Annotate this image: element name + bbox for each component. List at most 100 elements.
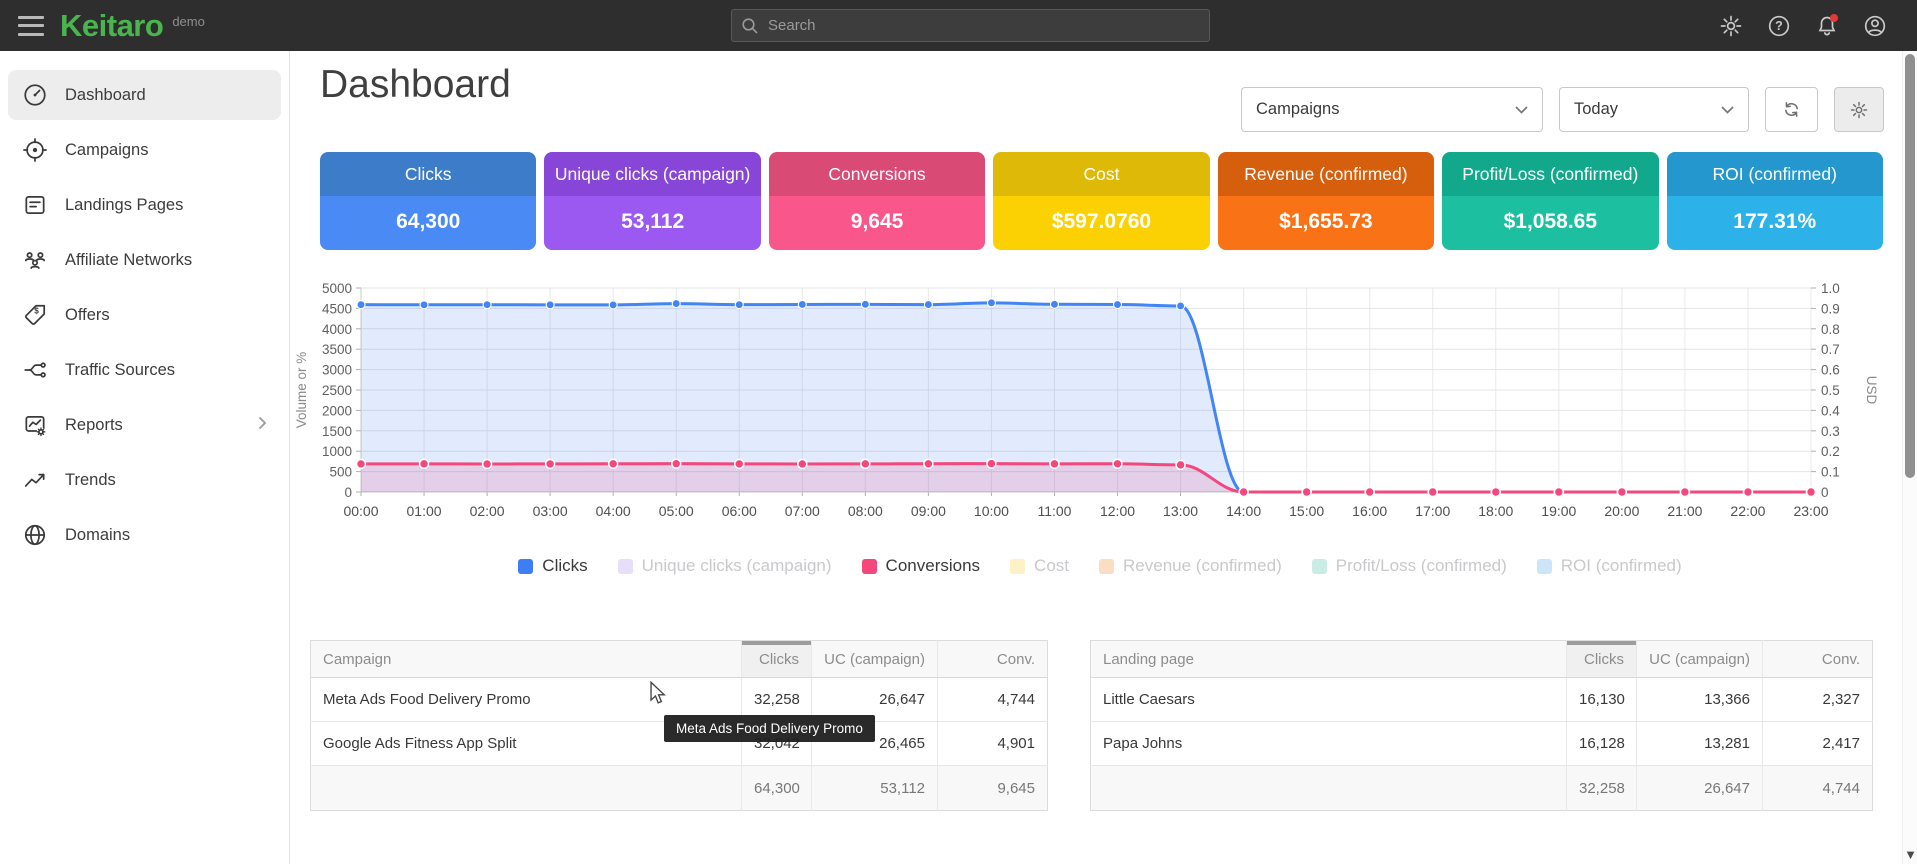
- account-icon[interactable]: [1863, 14, 1887, 38]
- column-header-campaign[interactable]: Campaign: [311, 641, 742, 678]
- sidebar-item-label: Trends: [65, 471, 116, 490]
- row-name-cell: Papa Johns: [1091, 722, 1567, 766]
- svg-text:00:00: 00:00: [343, 503, 378, 519]
- row-value-cell: 2,327: [1763, 678, 1873, 722]
- legend-item-cost[interactable]: Cost: [1010, 556, 1069, 576]
- totals-cell: 53,112: [812, 766, 938, 811]
- legend-item-conversions[interactable]: Conversions: [862, 556, 981, 576]
- column-header-uc-campaign[interactable]: UC (campaign): [1637, 641, 1763, 678]
- column-header-clicks[interactable]: Clicks: [1567, 641, 1637, 678]
- column-header-landing-page[interactable]: Landing page: [1091, 641, 1567, 678]
- svg-text:13:00: 13:00: [1163, 503, 1198, 519]
- chevron-down-icon: [1709, 100, 1734, 119]
- scroll-down-arrow[interactable]: ▼: [1903, 847, 1917, 862]
- svg-text:03:00: 03:00: [533, 503, 568, 519]
- svg-text:12:00: 12:00: [1100, 503, 1135, 519]
- svg-text:3500: 3500: [322, 342, 352, 357]
- svg-text:4500: 4500: [322, 301, 352, 316]
- legend-item-roi-confirmed[interactable]: ROI (confirmed): [1537, 556, 1682, 576]
- stat-card-label: Cost: [993, 152, 1209, 196]
- sidebar-item-dashboard[interactable]: Dashboard: [8, 70, 281, 120]
- campaigns-filter-select[interactable]: Campaigns: [1241, 87, 1543, 132]
- sidebar-item-campaigns[interactable]: Campaigns: [8, 125, 281, 175]
- date-range-select[interactable]: Today: [1559, 87, 1749, 132]
- sidebar-item-reports[interactable]: Reports: [8, 400, 281, 450]
- row-value-cell: 4,901: [938, 722, 1048, 766]
- search-input[interactable]: [731, 9, 1210, 42]
- sidebar-item-domains[interactable]: Domains: [8, 510, 281, 560]
- landing-page-icon: [22, 192, 48, 218]
- column-header-conv[interactable]: Conv.: [1763, 641, 1873, 678]
- svg-text:1500: 1500: [322, 424, 352, 439]
- svg-text:0.4: 0.4: [1821, 403, 1840, 418]
- sidebar-item-affiliate-networks[interactable]: Affiliate Networks: [8, 235, 281, 285]
- stat-card-label: ROI (confirmed): [1667, 152, 1883, 196]
- notifications-icon[interactable]: [1815, 14, 1839, 38]
- legend-swatch: [1099, 559, 1114, 574]
- refresh-button[interactable]: [1765, 87, 1818, 132]
- sidebar-item-landings-pages[interactable]: Landings Pages: [8, 180, 281, 230]
- legend-item-clicks[interactable]: Clicks: [518, 556, 587, 576]
- svg-text:2000: 2000: [322, 403, 352, 418]
- trend-up-icon: [22, 467, 48, 493]
- totals-cell: 64,300: [742, 766, 812, 811]
- column-header-uc-campaign[interactable]: UC (campaign): [812, 641, 938, 678]
- svg-text:0.8: 0.8: [1821, 322, 1840, 337]
- global-search: [731, 9, 1210, 42]
- legend-swatch: [1537, 559, 1552, 574]
- svg-text:1000: 1000: [322, 444, 352, 459]
- svg-text:18:00: 18:00: [1478, 503, 1513, 519]
- svg-text:14:00: 14:00: [1226, 503, 1261, 519]
- help-icon[interactable]: ?: [1767, 14, 1791, 38]
- sidebar-item-offers[interactable]: $ Offers: [8, 290, 281, 340]
- legend-item-unique-clicks-campaign[interactable]: Unique clicks (campaign): [618, 556, 832, 576]
- legend-item-profit-loss-confirmed[interactable]: Profit/Loss (confirmed): [1312, 556, 1507, 576]
- scrollbar[interactable]: ▼: [1902, 51, 1917, 864]
- legend-label: Revenue (confirmed): [1123, 556, 1282, 576]
- row-value-cell: 16,128: [1567, 722, 1637, 766]
- table-row[interactable]: Little Caesars16,13013,3662,327: [1091, 678, 1873, 722]
- sidebar-item-label: Traffic Sources: [65, 361, 175, 380]
- sidebar-item-label: Reports: [65, 416, 123, 435]
- chart-settings-button[interactable]: [1834, 87, 1884, 132]
- svg-text:23:00: 23:00: [1793, 503, 1828, 519]
- svg-text:?: ?: [1775, 19, 1783, 33]
- row-name-cell: Little Caesars: [1091, 678, 1567, 722]
- legend-item-revenue-confirmed[interactable]: Revenue (confirmed): [1099, 556, 1282, 576]
- sidebar-item-trends[interactable]: Trends: [8, 455, 281, 505]
- totals-cell: 4,744: [1763, 766, 1873, 811]
- svg-text:0: 0: [1821, 485, 1829, 500]
- reports-icon: [22, 412, 48, 438]
- svg-text:05:00: 05:00: [659, 503, 694, 519]
- legend-label: Conversions: [886, 556, 981, 576]
- chart-legend: Clicks Unique clicks (campaign) Conversion…: [290, 556, 1910, 576]
- menu-toggle-icon[interactable]: [18, 16, 44, 36]
- dashboard-controls: Campaigns Today: [1241, 87, 1884, 132]
- stat-card-label: Unique clicks (campaign): [544, 152, 760, 196]
- sidebar: Dashboard Campaigns Landings Pages Affil…: [0, 51, 290, 864]
- svg-text:0.1: 0.1: [1821, 465, 1840, 480]
- settings-icon[interactable]: [1719, 14, 1743, 38]
- chevron-down-icon: [1503, 100, 1528, 119]
- traffic-chart[interactable]: 00:0001:0002:0003:0004:0005:0006:0007:00…: [290, 230, 1910, 530]
- traffic-split-icon: [22, 357, 48, 383]
- svg-text:07:00: 07:00: [785, 503, 820, 519]
- sidebar-item-label: Dashboard: [65, 86, 146, 105]
- svg-text:04:00: 04:00: [596, 503, 631, 519]
- legend-swatch: [862, 559, 877, 574]
- legend-label: ROI (confirmed): [1561, 556, 1682, 576]
- landing-pages-table: Landing pageClicksUC (campaign)Conv.Litt…: [1090, 640, 1873, 811]
- totals-cell: 26,647: [1637, 766, 1763, 811]
- scrollbar-thumb[interactable]: [1905, 54, 1915, 478]
- svg-text:16:00: 16:00: [1352, 503, 1387, 519]
- legend-swatch: [518, 559, 533, 574]
- svg-text:0.7: 0.7: [1821, 342, 1840, 357]
- page-title: Dashboard: [320, 63, 511, 107]
- column-header-conv[interactable]: Conv.: [938, 641, 1048, 678]
- notification-badge: [1830, 14, 1838, 22]
- sidebar-item-traffic-sources[interactable]: Traffic Sources: [8, 345, 281, 395]
- svg-text:2500: 2500: [322, 383, 352, 398]
- column-header-clicks[interactable]: Clicks: [742, 641, 812, 678]
- table-row[interactable]: Papa Johns16,12813,2812,417: [1091, 722, 1873, 766]
- brand-logo[interactable]: Keitaro: [60, 8, 163, 44]
